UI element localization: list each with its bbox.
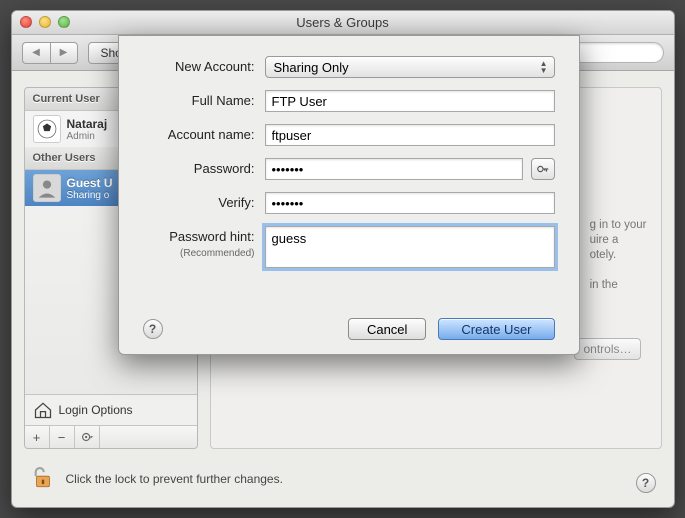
full-name-input[interactable] — [265, 90, 555, 112]
parental-controls-button[interactable]: ontrols… — [574, 338, 640, 360]
ghost-text: uire a — [590, 234, 619, 246]
select-arrows-icon: ▲▼ — [540, 60, 548, 74]
new-account-value: Sharing Only — [274, 60, 349, 75]
new-account-sheet: New Account: Sharing Only ▲▼ Full Name: … — [118, 35, 580, 355]
close-window-button[interactable] — [20, 16, 32, 28]
gear-icon — [80, 430, 94, 444]
remove-user-button[interactable]: − — [50, 426, 75, 448]
sidebar-action-row: + − — [25, 425, 197, 448]
window-title: Users & Groups — [296, 15, 388, 30]
password-assistant-button[interactable] — [531, 158, 555, 180]
ghost-text: in the — [590, 279, 618, 291]
cancel-button[interactable]: Cancel — [348, 318, 426, 340]
ghost-text: otely. — [590, 249, 617, 261]
new-account-label: New Account: — [143, 56, 265, 78]
account-name-label: Account name: — [143, 124, 265, 146]
password-hint-input[interactable] — [265, 226, 555, 268]
full-name-label: Full Name: — [143, 90, 265, 112]
new-account-select[interactable]: Sharing Only ▲▼ — [265, 56, 555, 78]
nav-buttons: ◀ ▶ — [22, 42, 78, 64]
create-user-button[interactable]: Create User — [438, 318, 554, 340]
key-icon — [536, 162, 550, 176]
lock-text: Click the lock to prevent further change… — [66, 472, 283, 486]
user-role: Admin — [67, 131, 108, 142]
titlebar: Users & Groups — [12, 11, 674, 35]
hint-label: Password hint: (Recommended) — [143, 226, 265, 259]
sheet-help-button[interactable]: ? — [143, 319, 163, 339]
forward-button[interactable]: ▶ — [50, 42, 78, 64]
minimize-window-button[interactable] — [39, 16, 51, 28]
lock-button[interactable] — [30, 464, 56, 493]
user-name: Guest U — [67, 176, 113, 190]
action-menu-button[interactable] — [75, 426, 100, 448]
silhouette-icon — [36, 177, 58, 199]
avatar — [33, 174, 61, 202]
password-input[interactable] — [265, 158, 523, 180]
soccer-icon — [36, 118, 58, 140]
account-name-input[interactable] — [265, 124, 555, 146]
lock-row: Click the lock to prevent further change… — [30, 464, 283, 493]
login-options-button[interactable]: Login Options — [25, 394, 197, 425]
password-label: Password: — [143, 158, 265, 180]
verify-label: Verify: — [143, 192, 265, 214]
user-name: Nataraj — [67, 117, 108, 131]
login-options-label: Login Options — [59, 403, 133, 417]
zoom-window-button[interactable] — [58, 16, 70, 28]
avatar — [33, 115, 61, 143]
add-user-button[interactable]: + — [25, 426, 50, 448]
verify-input[interactable] — [265, 192, 555, 214]
traffic-lights — [20, 16, 70, 28]
house-icon — [33, 400, 53, 420]
unlock-icon — [30, 464, 56, 490]
help-button[interactable]: ? — [636, 473, 656, 493]
back-button[interactable]: ◀ — [22, 42, 50, 64]
ghost-text: g in to your — [590, 219, 647, 231]
preferences-window: Users & Groups ◀ ▶ Show All Current User… — [11, 10, 675, 508]
user-role: Sharing o — [67, 190, 113, 201]
